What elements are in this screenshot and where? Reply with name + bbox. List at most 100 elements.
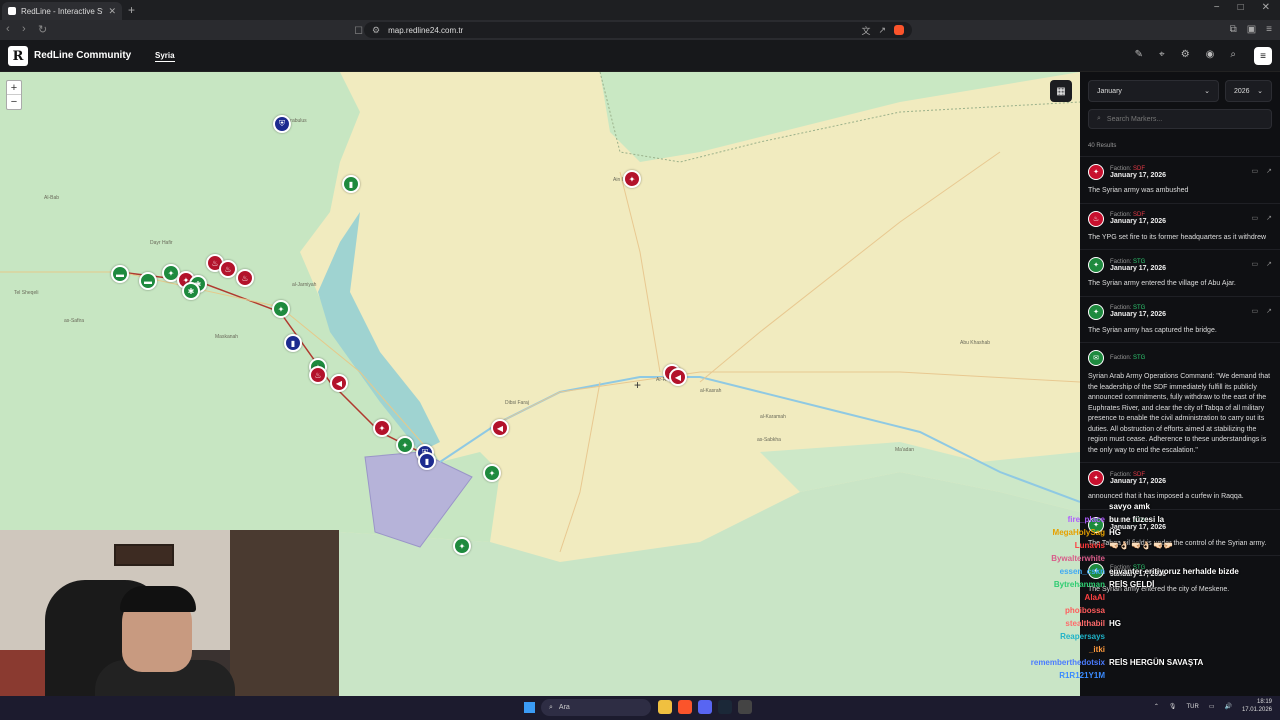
map-marker-fire[interactable]: ♨ [309, 366, 327, 384]
url-bar[interactable]: ⚙ map.redline24.com.tr 文 ↗ [364, 22, 912, 38]
map-marker-fire[interactable]: ♨ [219, 260, 237, 278]
steam-icon[interactable] [718, 700, 732, 714]
tray-expand-icon[interactable]: ⌃ [1154, 703, 1159, 710]
event-item[interactable]: ✦ Faction: STG January 17, 2026 ▭ ↗ The S… [1080, 249, 1280, 296]
map-marker-megaphone[interactable]: ◀ [330, 374, 348, 392]
taskbar-search[interactable]: ⌕ Ara [541, 699, 651, 716]
brave-shield-icon[interactable] [894, 25, 904, 35]
external-link-icon[interactable]: ↗ [1266, 307, 1272, 315]
map-marker-attack[interactable]: ✦ [272, 300, 290, 318]
month-select[interactable]: January ⌄ [1088, 80, 1219, 102]
video-icon[interactable]: ▭ [1252, 214, 1259, 222]
location-pin-icon[interactable]: ⌖ [1159, 49, 1165, 60]
event-item[interactable]: ✉ Faction: STG Syrian Arab Army Operatio… [1080, 342, 1280, 462]
file-explorer-icon[interactable] [658, 700, 672, 714]
external-link-icon[interactable]: ↗ [1266, 260, 1272, 268]
search-icon: ⌕ [1097, 115, 1101, 122]
map-marker-truck[interactable]: ▬ [111, 265, 129, 283]
tab-close-icon[interactable]: ✕ [108, 6, 116, 17]
draw-icon[interactable]: ✎ [1135, 49, 1143, 60]
attack-icon: ✦ [1088, 470, 1104, 486]
language-indicator[interactable]: TUR [1186, 704, 1198, 710]
brand-name[interactable]: RedLine Community [34, 50, 131, 61]
windows-start-icon[interactable] [524, 702, 535, 713]
faction-label: Faction: [1110, 355, 1132, 361]
map-marker-shield[interactable]: ⛨ [273, 115, 291, 133]
year-value: 2026 [1234, 87, 1250, 95]
extensions-icon[interactable]: ⧉ [1230, 24, 1237, 35]
map-layers-button[interactable]: ▦ [1050, 80, 1072, 102]
zoom-in-button[interactable]: + [7, 81, 21, 95]
microphone-icon[interactable]: 🎙 [1169, 703, 1177, 710]
map-marker-attack[interactable]: ✦ [453, 537, 471, 555]
site-info-icon[interactable]: ⚙ [372, 25, 380, 36]
reload-icon[interactable]: ↻ [38, 23, 47, 36]
map-marker-fire[interactable]: ♨ [236, 269, 254, 287]
map-marker-attack[interactable]: ✦ [483, 464, 501, 482]
network-icon[interactable]: ▭ [1209, 703, 1215, 710]
map-marker-attack[interactable]: ✦ [623, 170, 641, 188]
menu-button[interactable]: ≡ [1254, 47, 1272, 65]
chat-message: Reapersays [1008, 630, 1280, 643]
map-marker-tank[interactable]: ✱ [182, 282, 200, 300]
clock[interactable]: 18:19 17.01.2026 [1242, 699, 1272, 715]
map-marker-fuel[interactable]: ▮ [284, 334, 302, 352]
chat-message: AlaAl [1008, 591, 1280, 604]
settings-icon[interactable]: ⚙ [1181, 49, 1190, 60]
zoom-out-button[interactable]: − [7, 95, 21, 109]
browser-tab[interactable]: RedLine - Interactive Strategic Map ✕ [2, 2, 122, 20]
search-icon[interactable]: ⌕ [1230, 49, 1236, 60]
close-window-icon[interactable]: ✕ [1262, 2, 1270, 13]
wallet-icon[interactable]: ▣ [1247, 24, 1256, 35]
discord-icon[interactable] [698, 700, 712, 714]
chat-user: AlaAl [1084, 593, 1105, 602]
external-link-icon[interactable]: ↗ [1266, 167, 1272, 175]
redline-logo[interactable]: R [8, 46, 28, 66]
event-text: The Syrian army entered the village of A… [1088, 280, 1236, 287]
search-placeholder: Search Markers... [1106, 115, 1163, 123]
bookmark-icon[interactable]: ◻ [354, 23, 363, 36]
share-icon[interactable]: ↗ [878, 25, 886, 36]
video-icon[interactable]: ▭ [1252, 167, 1259, 175]
favicon-icon [8, 7, 16, 15]
year-select[interactable]: 2026 ⌄ [1225, 80, 1272, 102]
chat-text: HG [1109, 528, 1121, 537]
map-label: Maskanah [215, 334, 239, 340]
webcam-bookshelf [230, 530, 339, 696]
external-link-icon[interactable]: ↗ [1266, 214, 1272, 222]
video-icon[interactable]: ▭ [1252, 260, 1259, 268]
translate-icon[interactable]: 文 [861, 24, 870, 37]
chat-message: Lunavis 🤜🏻👌🏻 🤜🏻👌🏻 🤜🏻🤛🏻 [1008, 539, 1280, 552]
video-icon[interactable]: ▭ [1252, 307, 1259, 315]
map-label: Dibsi Faraj [505, 400, 529, 406]
event-item[interactable]: ✦ Faction: SDF January 17, 2026 ▭ ↗ The S… [1080, 156, 1280, 203]
map-marker-megaphone[interactable]: ◀ [491, 419, 509, 437]
windows-taskbar: ⌕ Ara ⌃ 🎙 TUR ▭ 🔊 18:19 17.01.2026 [0, 696, 1280, 720]
faction-name: STG [1133, 355, 1146, 361]
new-tab-button[interactable]: + [128, 3, 135, 17]
window-controls: − □ ✕ [1214, 2, 1270, 13]
nav-tab-syria[interactable]: Syria [155, 51, 175, 62]
minimize-icon[interactable]: − [1214, 2, 1220, 13]
marker-search-input[interactable]: ⌕ Search Markers... [1088, 109, 1272, 129]
brave-browser-icon[interactable] [678, 700, 692, 714]
camera-icon[interactable]: ◉ [1206, 49, 1215, 60]
map-marker-attack[interactable]: ✦ [373, 419, 391, 437]
map-marker-megaphone[interactable]: ◀ [669, 368, 687, 386]
browser-menu-icon[interactable]: ≡ [1266, 24, 1272, 35]
forward-icon[interactable]: › [22, 23, 26, 35]
chat-user: MegaHolySag [1052, 528, 1105, 537]
chat-text: REİS GELDİ [1109, 580, 1155, 589]
obs-icon[interactable] [738, 700, 752, 714]
map-marker-fuel[interactable]: ▮ [418, 452, 436, 470]
attack-icon: ✦ [1088, 257, 1104, 273]
event-item[interactable]: ✦ Faction: STG January 17, 2026 ▭ ↗ The S… [1080, 295, 1280, 343]
map-marker-attack[interactable]: ✦ [396, 436, 414, 454]
event-item[interactable]: ♨ Faction: SDF January 17, 2026 ▭ ↗ The Y… [1080, 202, 1280, 250]
volume-icon[interactable]: 🔊 [1224, 703, 1231, 710]
map-marker-truck[interactable]: ▬ [139, 272, 157, 290]
map-marker-fuel[interactable]: ▮ [342, 175, 360, 193]
back-icon[interactable]: ‹ [6, 23, 10, 35]
maximize-icon[interactable]: □ [1238, 2, 1244, 13]
event-date: January 17, 2026 [1110, 218, 1167, 225]
